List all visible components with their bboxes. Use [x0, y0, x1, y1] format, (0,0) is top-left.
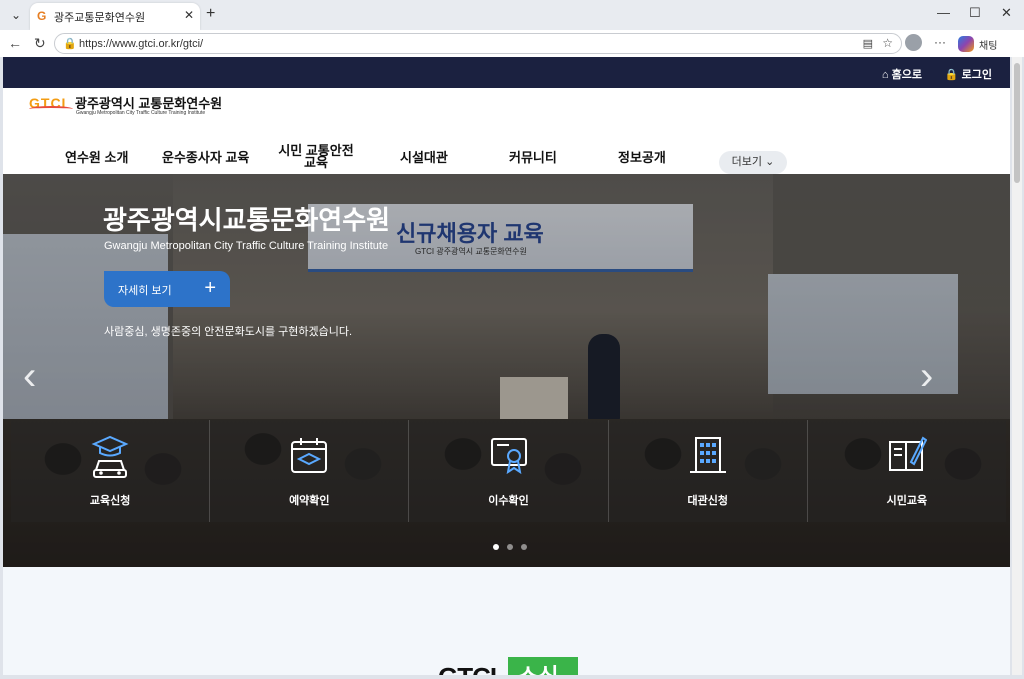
slider-prev-icon[interactable]: ‹ — [23, 354, 36, 399]
quick-item-education-apply[interactable]: 교육신청 — [11, 420, 211, 522]
quick-item-completion-check[interactable]: 이수확인 — [409, 420, 609, 522]
hero-slogan: 사람중심, 생명존중의 안전문화도시를 구현하겠습니다. — [104, 326, 353, 338]
hero-subtitle: Gwangju Metropolitan City Traffic Cultur… — [104, 240, 389, 252]
car-graduation-icon — [91, 435, 129, 478]
nav-about[interactable]: 연수원 소개 — [65, 151, 128, 164]
news-section-title-left: GTCI — [438, 662, 497, 675]
detail-button-label: 자세히 보기 — [118, 285, 172, 297]
home-icon: ⌂ — [881, 69, 889, 81]
browser-tab[interactable]: G 광주교통문화연수원 ✕ — [30, 3, 200, 30]
quick-item-label: 이수확인 — [488, 495, 529, 507]
quick-item-label: 시민교육 — [886, 495, 928, 507]
plus-icon: + — [204, 277, 216, 299]
news-section-title-badge: 소식 — [508, 657, 578, 675]
book-pen-icon — [888, 436, 927, 471]
tab-close-icon[interactable]: ✕ — [184, 8, 194, 22]
building-icon — [689, 437, 726, 473]
nav-driver-education[interactable]: 운수종사자 교육 — [162, 151, 249, 164]
slide-dot[interactable] — [507, 544, 513, 550]
minimize-icon[interactable]: — — [937, 5, 950, 20]
site-header: GTCI 광주광역시 교통문화연수원 Gwangju Metropolitan … — [3, 88, 1010, 174]
slide-dot[interactable] — [493, 544, 499, 550]
url-field[interactable]: 🔒 https://www.gtci.or.kr/gtci/ ▤ ☆ — [54, 33, 902, 54]
certificate-icon — [490, 438, 527, 475]
window-close-icon[interactable]: ✕ — [1001, 5, 1012, 21]
reload-icon[interactable]: ↻ — [34, 35, 46, 52]
browser-tab-bar: ⌄ G 광주교통문화연수원 ✕ + — ☐ ✕ — [0, 0, 1024, 30]
site-info-lock-icon[interactable]: 🔒 — [63, 37, 77, 50]
favorite-star-icon[interactable]: ☆ — [882, 36, 893, 50]
nav-citizen-education[interactable]: 시민 교통안전 교육 — [276, 144, 356, 169]
site-favicon-icon: G — [37, 9, 47, 23]
page-viewport: ⌂ 홈으로 🔒 로그인 GTCI 광주광역시 교통문화연수원 Gwangju M… — [3, 57, 1010, 675]
logo-swoosh — [29, 106, 73, 112]
news-section: GTCI 소식 — [3, 567, 1010, 675]
nav-community[interactable]: 커뮤니티 — [509, 151, 557, 164]
maximize-icon[interactable]: ☐ — [969, 5, 981, 21]
url-text[interactable]: https://www.gtci.or.kr/gtci/ — [79, 38, 203, 50]
copilot-icon[interactable] — [958, 36, 974, 52]
quick-menu: 교육신청 예약확인 이수확인 대관신청 시민교육 — [11, 420, 1006, 522]
login-link[interactable]: 🔒 로그인 — [945, 66, 992, 82]
quick-item-label: 예약확인 — [289, 495, 330, 507]
page-scrollbar[interactable] — [1012, 57, 1022, 675]
more-menu-button[interactable]: 더보기 ⌄ — [719, 151, 787, 174]
logo-subtitle: Gwangju Metropolitan City Traffic Cultur… — [76, 110, 206, 116]
nav-public-info[interactable]: 정보공개 — [618, 151, 666, 164]
utility-bar: ⌂ 홈으로 🔒 로그인 — [3, 57, 1010, 88]
quick-item-reservation-check[interactable]: 예약확인 — [210, 420, 410, 522]
settings-more-icon[interactable]: ··· — [934, 35, 946, 49]
profile-avatar-icon[interactable] — [905, 34, 922, 51]
quick-item-label: 대관신청 — [687, 495, 728, 507]
reader-mode-icon[interactable]: ▤ — [863, 37, 873, 50]
slider-pagination — [493, 544, 527, 550]
tab-list-chevron-icon[interactable]: ⌄ — [6, 5, 26, 25]
quick-item-label: 교육신청 — [89, 495, 131, 507]
hero-title: 광주광역시교통문화연수원 — [103, 205, 391, 235]
chevron-down-icon: ⌄ — [765, 156, 775, 168]
back-arrow-icon[interactable]: ← — [8, 35, 22, 51]
scrollbar-thumb[interactable] — [1014, 63, 1020, 183]
quick-item-rental-apply[interactable]: 대관신청 — [609, 420, 808, 522]
new-tab-plus-icon[interactable]: + — [206, 5, 215, 23]
quick-item-citizen-education[interactable]: 시민교육 — [808, 420, 1006, 522]
calendar-icon — [291, 438, 328, 473]
tab-title: 광주교통문화연수원 — [54, 12, 146, 24]
address-toolbar: ← ↻ 🔒 https://www.gtci.or.kr/gtci/ ▤ ☆ — [0, 30, 1024, 57]
chat-label[interactable]: 채팅 — [979, 37, 997, 52]
slider-next-icon[interactable]: › — [920, 354, 933, 399]
lock-icon: 🔒 — [944, 69, 959, 81]
home-link[interactable]: ⌂ 홈으로 — [882, 66, 922, 82]
news-section-title-right: 소식 — [518, 659, 558, 675]
slide-dot[interactable] — [521, 544, 527, 550]
detail-button[interactable]: 자세히 보기 + — [104, 271, 230, 307]
hero-slider: 신규채용자 교육 GTCI 광주광역시 교통문화연수원 광주광역시교통문화연수원… — [3, 174, 1010, 567]
nav-facility-rental[interactable]: 시설대관 — [400, 151, 448, 164]
